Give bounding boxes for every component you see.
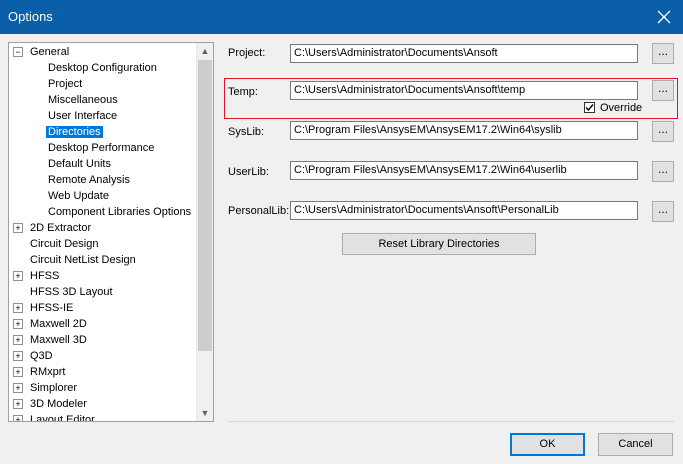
tree-item-project[interactable]: Project bbox=[48, 76, 82, 92]
tree-item-desktop-performance[interactable]: Desktop Performance bbox=[48, 140, 154, 156]
tree-item-layout-editor[interactable]: Layout Editor bbox=[30, 412, 95, 422]
expand-icon[interactable]: + bbox=[13, 383, 23, 393]
tree-item-general[interactable]: General bbox=[30, 44, 69, 60]
tree-item-maxwell-2d[interactable]: Maxwell 2D bbox=[30, 316, 87, 332]
tree-item-label: 3D Modeler bbox=[30, 398, 87, 410]
tree-item-label: Miscellaneous bbox=[48, 94, 118, 106]
personallib-label: PersonalLib: bbox=[228, 205, 290, 217]
tree-item-web-update[interactable]: Web Update bbox=[48, 188, 109, 204]
tree-item-label: HFSS-IE bbox=[30, 302, 74, 314]
title-bar: Options bbox=[0, 0, 683, 34]
scroll-up-icon[interactable]: ▲ bbox=[197, 43, 213, 59]
close-icon[interactable] bbox=[649, 2, 679, 32]
tree-item-hfss[interactable]: HFSS bbox=[30, 268, 59, 284]
project-label: Project: bbox=[228, 47, 266, 59]
tree-item-label: Maxwell 3D bbox=[30, 334, 87, 346]
tree-item-label: Remote Analysis bbox=[48, 174, 130, 186]
personallib-path-field[interactable]: C:\Users\Administrator\Documents\Ansoft\… bbox=[290, 201, 638, 220]
expand-icon[interactable]: + bbox=[13, 351, 23, 361]
expand-icon[interactable]: + bbox=[13, 303, 23, 313]
scroll-down-icon[interactable]: ▼ bbox=[197, 405, 213, 421]
window-title: Options bbox=[8, 9, 53, 24]
temp-label: Temp: bbox=[228, 86, 258, 98]
syslib-path-field[interactable]: C:\Program Files\AnsysEM\AnsysEM17.2\Win… bbox=[290, 121, 638, 140]
tree-item-user-interface[interactable]: User Interface bbox=[48, 108, 117, 124]
tree-item-default-units[interactable]: Default Units bbox=[48, 156, 111, 172]
userlib-label: UserLib: bbox=[228, 166, 269, 178]
ok-button[interactable]: OK bbox=[510, 433, 585, 456]
tree-item-label: Directories bbox=[46, 126, 103, 138]
tree-item-desktop-configuration[interactable]: Desktop Configuration bbox=[48, 60, 157, 76]
tree-item-label: Circuit Design bbox=[30, 238, 99, 250]
tree-item-hfss-3d-layout[interactable]: HFSS 3D Layout bbox=[30, 284, 113, 300]
tree-item-2d-extractor[interactable]: 2D Extractor bbox=[30, 220, 91, 236]
project-browse-button[interactable]: ... bbox=[652, 43, 674, 64]
tree-item-circuit-design[interactable]: Circuit Design bbox=[30, 236, 98, 252]
scrollbar-thumb[interactable] bbox=[198, 60, 212, 351]
tree-item-label: HFSS 3D Layout bbox=[30, 286, 113, 298]
tree-item-q3d[interactable]: Q3D bbox=[30, 348, 53, 364]
tree-item-rmxprt[interactable]: RMxprt bbox=[30, 364, 65, 380]
syslib-browse-button[interactable]: ... bbox=[652, 121, 674, 142]
tree-item-maxwell-3d[interactable]: Maxwell 3D bbox=[30, 332, 87, 348]
tree-item-directories[interactable]: Directories bbox=[46, 124, 103, 140]
tree-item-3d-modeler[interactable]: 3D Modeler bbox=[30, 396, 87, 412]
tree-item-remote-analysis[interactable]: Remote Analysis bbox=[48, 172, 130, 188]
expand-icon[interactable]: + bbox=[13, 335, 23, 345]
override-checkbox[interactable] bbox=[584, 102, 595, 113]
tree-item-label: 2D Extractor bbox=[30, 222, 92, 234]
tree-item-label: HFSS bbox=[30, 270, 60, 282]
tree-item-hfss-ie[interactable]: HFSS-IE bbox=[30, 300, 73, 316]
tree-item-label: Default Units bbox=[48, 158, 111, 170]
footer-divider bbox=[228, 421, 674, 422]
options-tree[interactable]: General − Desktop Configuration Project Misc… bbox=[8, 42, 214, 422]
tree-scrollbar[interactable]: ▲ ▼ bbox=[196, 43, 213, 421]
expand-icon[interactable]: + bbox=[13, 319, 23, 329]
tree-item-label: Layout Editor bbox=[30, 414, 95, 422]
syslib-label: SysLib: bbox=[228, 126, 265, 138]
tree-item-component-libraries-options[interactable]: Component Libraries Options bbox=[48, 204, 191, 220]
personallib-browse-button[interactable]: ... bbox=[652, 201, 674, 222]
userlib-path-field[interactable]: C:\Program Files\AnsysEM\AnsysEM17.2\Win… bbox=[290, 161, 638, 180]
checkmark-icon bbox=[585, 104, 594, 112]
temp-browse-button[interactable]: ... bbox=[652, 80, 674, 101]
expand-icon[interactable]: + bbox=[13, 415, 23, 421]
tree-item-label: Component Libraries Options bbox=[48, 206, 192, 218]
expand-icon[interactable]: + bbox=[13, 367, 23, 377]
reset-library-directories-button[interactable]: Reset Library Directories bbox=[342, 233, 536, 255]
tree-item-label: Simplorer bbox=[30, 382, 78, 394]
tree-item-miscellaneous[interactable]: Miscellaneous bbox=[48, 92, 118, 108]
temp-path-field[interactable]: C:\Users\Administrator\Documents\Ansoft\… bbox=[290, 81, 638, 100]
tree-item-label: Web Update bbox=[48, 190, 109, 202]
tree-item-circuit-netlist-design[interactable]: Circuit NetList Design bbox=[30, 252, 136, 268]
tree-item-label: Desktop Performance bbox=[48, 142, 155, 154]
expand-icon[interactable]: + bbox=[13, 223, 23, 233]
tree-item-label: RMxprt bbox=[30, 366, 66, 378]
tree-item-label: Desktop Configuration bbox=[48, 62, 157, 74]
tree-item-label: Maxwell 2D bbox=[30, 318, 87, 330]
tree-item-label: General bbox=[30, 46, 70, 58]
tree-item-label: Project bbox=[48, 78, 83, 90]
userlib-browse-button[interactable]: ... bbox=[652, 161, 674, 182]
cancel-button[interactable]: Cancel bbox=[598, 433, 673, 456]
tree-item-label: User Interface bbox=[48, 110, 118, 122]
collapse-icon[interactable]: − bbox=[13, 47, 23, 57]
tree-item-label: Q3D bbox=[30, 350, 53, 362]
expand-icon[interactable]: + bbox=[13, 399, 23, 409]
tree-item-simplorer[interactable]: Simplorer bbox=[30, 380, 77, 396]
override-label: Override bbox=[600, 102, 643, 114]
expand-icon[interactable]: + bbox=[13, 271, 23, 281]
project-path-field[interactable]: C:\Users\Administrator\Documents\Ansoft bbox=[290, 44, 638, 63]
tree-item-label: Circuit NetList Design bbox=[30, 254, 136, 266]
